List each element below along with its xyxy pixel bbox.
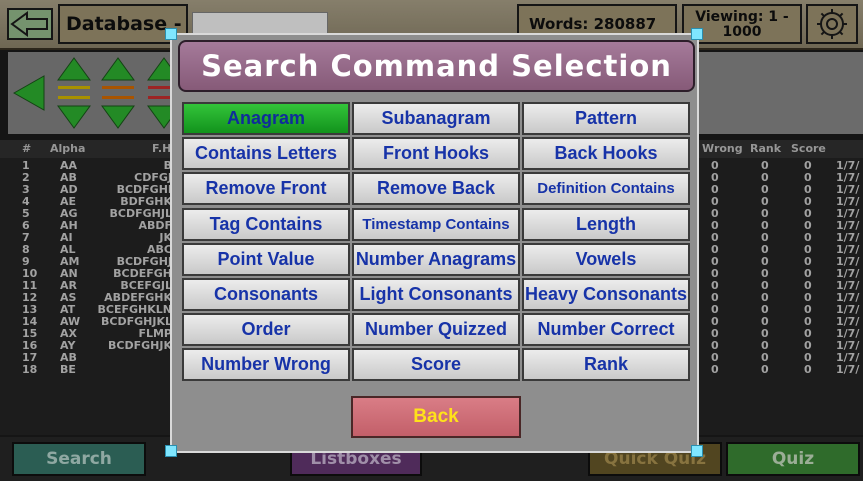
command-order-button[interactable]: Order bbox=[182, 313, 350, 347]
command-contains-letters-button[interactable]: Contains Letters bbox=[182, 137, 350, 171]
command-anagram-button[interactable]: Anagram bbox=[182, 102, 350, 135]
resize-handle[interactable] bbox=[165, 445, 177, 457]
command-back-hooks-button[interactable]: Back Hooks bbox=[522, 137, 690, 171]
command-score-button[interactable]: Score bbox=[352, 348, 520, 382]
dialog-title: Search Command Selection bbox=[178, 40, 695, 92]
command-pattern-button[interactable]: Pattern bbox=[522, 102, 690, 135]
command-number-quizzed-button[interactable]: Number Quizzed bbox=[352, 313, 520, 347]
command-point-value-button[interactable]: Point Value bbox=[182, 242, 350, 276]
resize-handle[interactable] bbox=[691, 28, 703, 40]
command-number-anagrams-button[interactable]: Number Anagrams bbox=[352, 242, 520, 276]
command-timestamp-contains-button[interactable]: Timestamp Contains bbox=[352, 207, 520, 241]
command-light-consonants-button[interactable]: Light Consonants bbox=[352, 278, 520, 311]
command-front-hooks-button[interactable]: Front Hooks bbox=[352, 137, 520, 171]
command-remove-front-button[interactable]: Remove Front bbox=[182, 172, 350, 206]
command-definition-contains-button[interactable]: Definition Contains bbox=[522, 172, 690, 206]
dialog-back-button[interactable]: Back bbox=[351, 396, 521, 438]
command-number-correct-button[interactable]: Number Correct bbox=[522, 313, 690, 347]
resize-handle[interactable] bbox=[691, 445, 703, 457]
command-heavy-consonants-button[interactable]: Heavy Consonants bbox=[522, 278, 690, 311]
command-vowels-button[interactable]: Vowels bbox=[522, 242, 690, 276]
command-tag-contains-button[interactable]: Tag Contains bbox=[182, 207, 350, 241]
command-remove-back-button[interactable]: Remove Back bbox=[352, 172, 520, 206]
resize-handle[interactable] bbox=[165, 28, 177, 40]
command-number-wrong-button[interactable]: Number Wrong bbox=[182, 348, 350, 382]
command-subanagram-button[interactable]: Subanagram bbox=[352, 102, 520, 135]
command-consonants-button[interactable]: Consonants bbox=[182, 278, 350, 311]
command-length-button[interactable]: Length bbox=[522, 207, 690, 241]
command-rank-button[interactable]: Rank bbox=[522, 348, 690, 382]
